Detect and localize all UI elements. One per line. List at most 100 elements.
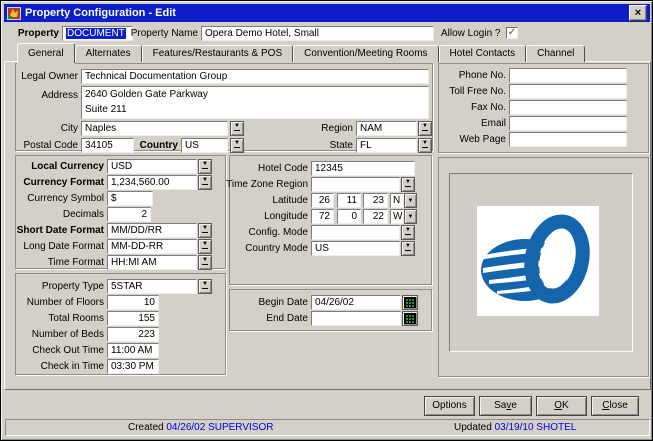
address-input[interactable]: 2640 Golden Gate Parkway Suite 211 (81, 86, 429, 119)
close-window-button[interactable]: × (629, 5, 647, 21)
save-button[interactable]: Save (479, 396, 532, 416)
property-selected-text: DOCUMENT (66, 28, 126, 39)
lov-arrow-icon: ▼ (234, 141, 240, 148)
property-name-input[interactable]: Opera Demo Hotel, Small (201, 26, 434, 41)
lov-arrow-icon: ▼ (202, 242, 208, 249)
lov-arrow-icon: ▼ (202, 226, 208, 233)
region-label: Region (282, 123, 353, 135)
state-label: State (282, 140, 353, 152)
property-type-label: Property Type (11, 281, 104, 293)
time-zone-lov-button[interactable]: ▼ (401, 177, 415, 192)
begin-date-input[interactable]: 04/26/02 (311, 295, 401, 310)
currency-format-label: Currency Format (11, 177, 104, 189)
latitude-direction-value[interactable]: N (390, 193, 404, 208)
fax-input[interactable] (509, 100, 627, 115)
longitude-minutes-input[interactable]: 0 (337, 209, 361, 224)
currency-format-input[interactable]: 1,234,560.00 (107, 175, 197, 190)
total-rooms-input[interactable]: 155 (107, 311, 159, 326)
tab-channel[interactable]: Channel (526, 45, 585, 62)
property-type-input[interactable]: 5STAR (107, 279, 197, 294)
state-lov-button[interactable]: ▼ (418, 138, 432, 153)
property-name-label: Property Name (121, 28, 198, 40)
country-mode-input[interactable]: US (311, 241, 400, 256)
tab-general[interactable]: General (17, 43, 75, 63)
tab-features-restaurants-pos[interactable]: Features/Restaurants & POS (142, 45, 294, 62)
country-lov-button[interactable]: ▼ (230, 138, 244, 153)
legal-owner-input[interactable]: Technical Documentation Group (81, 69, 429, 84)
check-in-time-input[interactable]: 03:30 PM (107, 359, 159, 374)
fax-label: Fax No. (438, 102, 506, 114)
postal-code-input[interactable]: 34105 (81, 138, 134, 153)
number-of-beds-input[interactable]: 223 (107, 327, 159, 342)
decimals-label: Decimals (11, 209, 104, 221)
toll-free-input[interactable] (509, 84, 627, 99)
tab-alternates[interactable]: Alternates (75, 45, 142, 62)
time-format-lov-button[interactable]: ▼ (198, 255, 212, 270)
ok-button[interactable]: OK (536, 396, 587, 416)
begin-date-calendar-button[interactable] (402, 295, 418, 310)
end-date-calendar-button[interactable] (402, 311, 418, 326)
allow-login-checkbox[interactable]: ✓ (506, 27, 518, 39)
chevron-down-icon: ▼ (408, 198, 414, 204)
longitude-direction-value[interactable]: W (390, 209, 404, 224)
city-lov-button[interactable]: ▼ (230, 121, 244, 136)
time-format-label: Time Format (11, 257, 104, 269)
end-date-label: End Date (221, 313, 308, 325)
latitude-seconds-input[interactable]: 23 (363, 193, 388, 208)
longitude-direction-dropdown-button[interactable]: ▼ (404, 209, 417, 224)
app-icon (7, 7, 21, 20)
config-mode-lov-button[interactable]: ▼ (401, 225, 415, 240)
check-icon: ✓ (508, 28, 516, 38)
web-page-input[interactable] (509, 132, 627, 147)
close-button[interactable]: Close (591, 396, 639, 416)
lov-arrow-icon: ▼ (405, 228, 411, 235)
tab-hotel-contacts[interactable]: Hotel Contacts (439, 45, 527, 62)
window-title: Property Configuration - Edit (25, 7, 629, 19)
time-zone-region-input[interactable] (311, 177, 400, 192)
currency-format-lov-button[interactable]: ▼ (198, 175, 212, 190)
currency-symbol-input[interactable]: $ (107, 191, 153, 206)
web-page-label: Web Page (438, 134, 506, 146)
options-button[interactable]: Options (424, 396, 475, 416)
phone-input[interactable] (509, 68, 627, 83)
country-mode-lov-button[interactable]: ▼ (401, 241, 415, 256)
title-bar[interactable]: Property Configuration - Edit × (4, 4, 650, 22)
number-of-floors-label: Number of Floors (11, 297, 104, 309)
short-date-format-lov-button[interactable]: ▼ (198, 223, 212, 238)
long-date-format-lov-button[interactable]: ▼ (198, 239, 212, 254)
begin-date-label: Begin Date (221, 297, 308, 309)
longitude-seconds-input[interactable]: 22 (363, 209, 388, 224)
region-lov-button[interactable]: ▼ (418, 121, 432, 136)
local-currency-input[interactable]: USD (107, 159, 197, 174)
local-currency-lov-button[interactable]: ▼ (198, 159, 212, 174)
property-label: Property (9, 28, 59, 40)
longitude-label: Longitude (221, 211, 308, 223)
short-date-format-input[interactable]: MM/DD/RR (107, 223, 197, 238)
latitude-direction-dropdown-button[interactable]: ▼ (404, 193, 417, 208)
tab-convention-meeting-rooms[interactable]: Convention/Meeting Rooms (293, 45, 438, 62)
tab-bar: General Alternates Features/Restaurants … (17, 42, 585, 62)
time-format-input[interactable]: HH:MI AM (107, 255, 197, 270)
config-mode-input[interactable] (311, 225, 400, 240)
city-input[interactable]: Naples (81, 121, 228, 136)
region-input[interactable]: NAM (356, 121, 417, 136)
check-out-time-input[interactable]: 11:00 AM (107, 343, 159, 358)
lov-arrow-icon: ▼ (202, 178, 208, 185)
address-line-1: 2640 Golden Gate Parkway (85, 87, 425, 102)
time-zone-region-label: Time Zone Region (221, 179, 308, 191)
email-input[interactable] (509, 116, 627, 131)
latitude-minutes-input[interactable]: 11 (337, 193, 361, 208)
longitude-degrees-input[interactable]: 72 (311, 209, 334, 224)
hotel-code-input[interactable]: 12345 (311, 161, 415, 176)
decimals-input[interactable]: 2 (107, 207, 151, 222)
end-date-input[interactable] (311, 311, 401, 326)
lov-arrow-icon: ▼ (202, 258, 208, 265)
country-input[interactable]: US (181, 138, 228, 153)
property-type-lov-button[interactable]: ▼ (198, 279, 212, 294)
hotel-code-label: Hotel Code (221, 163, 308, 175)
state-input[interactable]: FL (356, 138, 417, 153)
currency-symbol-label: Currency Symbol (11, 193, 104, 205)
number-of-floors-input[interactable]: 10 (107, 295, 159, 310)
long-date-format-input[interactable]: MM-DD-RR (107, 239, 197, 254)
latitude-degrees-input[interactable]: 26 (311, 193, 334, 208)
